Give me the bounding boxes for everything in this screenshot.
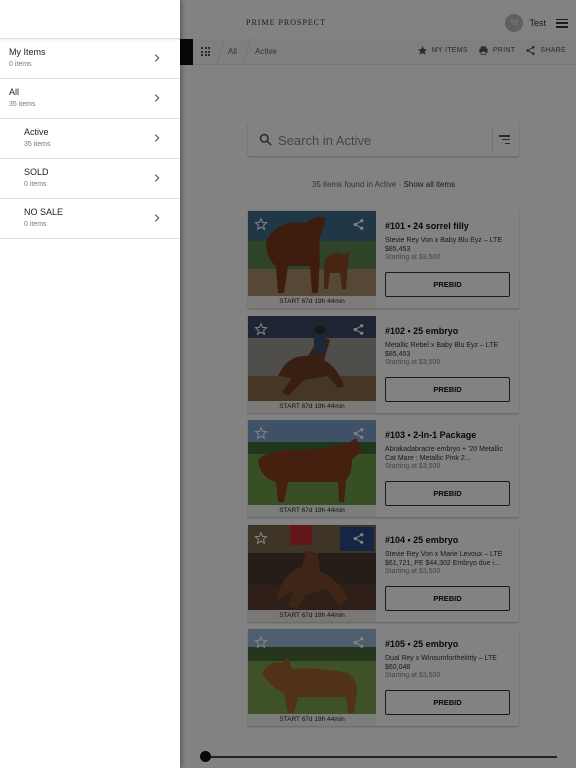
drawer-item-no-sale[interactable]: NO SALE 0 items <box>0 199 180 239</box>
drawer-item-label: Active <box>24 127 49 137</box>
chevron-right-icon <box>154 94 160 102</box>
chevron-right-icon <box>154 54 160 62</box>
drawer-item-count: 35 items <box>24 141 51 148</box>
chevron-right-icon <box>154 214 160 222</box>
chevron-right-icon <box>154 174 160 182</box>
drawer-item-sold[interactable]: SOLD 0 items <box>0 159 180 199</box>
drawer-item-label: NO SALE <box>24 207 64 217</box>
drawer-item-label: My Items <box>9 47 46 57</box>
drawer-item-all[interactable]: All 35 items <box>0 79 180 119</box>
drawer-item-count: 0 items <box>9 61 32 68</box>
drawer-item-label: All <box>9 87 20 97</box>
drawer-item-active[interactable]: Active 35 items <box>0 119 180 159</box>
drawer-item-label: SOLD <box>24 167 49 177</box>
category-drawer: My Items 0 items All 35 items Active 35 … <box>0 0 180 768</box>
drawer-item-count: 0 items <box>24 181 47 188</box>
drawer-item-count: 35 items <box>9 101 36 108</box>
chevron-right-icon <box>154 134 160 142</box>
drawer-item-count: 0 items <box>24 221 47 228</box>
drawer-header <box>0 0 180 39</box>
drawer-item-my-items[interactable]: My Items 0 items <box>0 39 180 79</box>
